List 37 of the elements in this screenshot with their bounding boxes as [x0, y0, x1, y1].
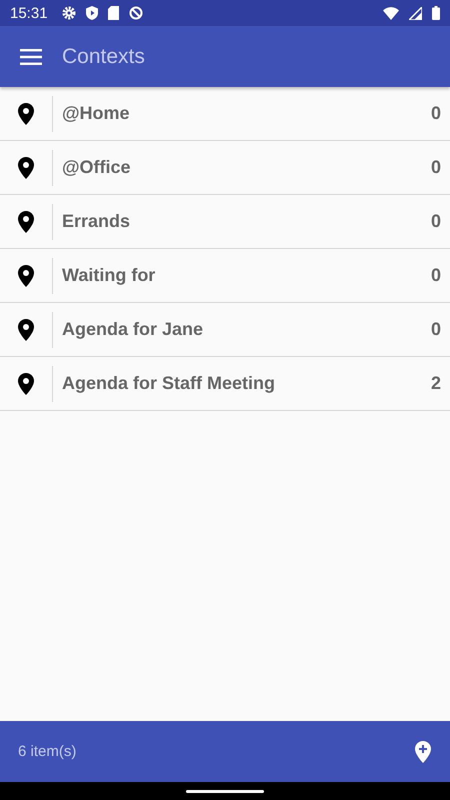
battery-icon: [432, 6, 440, 20]
item-count: 0: [430, 265, 442, 286]
context-row[interactable]: Errands 0: [0, 195, 450, 249]
home-indicator[interactable]: [186, 790, 264, 792]
location-pin-icon: [18, 264, 34, 286]
context-name: Agenda for Jane: [61, 319, 204, 340]
signal-icon: [409, 6, 422, 20]
item-count: 0: [430, 157, 442, 178]
gear-icon: [62, 6, 76, 20]
no-sync-icon: [128, 6, 143, 20]
context-row[interactable]: Agenda for Jane 0: [0, 303, 450, 357]
item-count: 0: [430, 319, 442, 340]
context-row[interactable]: Agenda for Staff Meeting 2: [0, 357, 450, 411]
context-name: Errands: [61, 211, 132, 232]
sd-card-icon: [108, 6, 119, 20]
location-pin-icon: [18, 102, 34, 124]
context-row[interactable]: Waiting for 0: [0, 249, 450, 303]
context-name: Waiting for: [61, 265, 156, 286]
context-row[interactable]: @Office 0: [0, 141, 450, 195]
item-count: 0: [430, 211, 442, 232]
add-location-button[interactable]: [414, 740, 432, 762]
context-name: Agenda for Staff Meeting: [61, 373, 276, 394]
menu-icon[interactable]: [20, 48, 42, 64]
item-summary: 6 item(s): [18, 743, 78, 760]
context-name: @Home: [61, 103, 131, 124]
screen-title: Contexts: [62, 44, 145, 68]
shield-icon: [86, 6, 98, 20]
context-name: @Office: [61, 157, 132, 178]
location-pin-icon: [18, 156, 34, 178]
item-count: 0: [430, 103, 442, 124]
location-pin-icon: [18, 318, 34, 340]
wifi-icon: [383, 6, 399, 20]
status-time: 15:31: [10, 4, 48, 22]
item-count: 2: [430, 373, 442, 394]
location-pin-icon: [18, 210, 34, 232]
context-row[interactable]: @Home 0: [0, 87, 450, 141]
location-pin-icon: [18, 372, 34, 394]
